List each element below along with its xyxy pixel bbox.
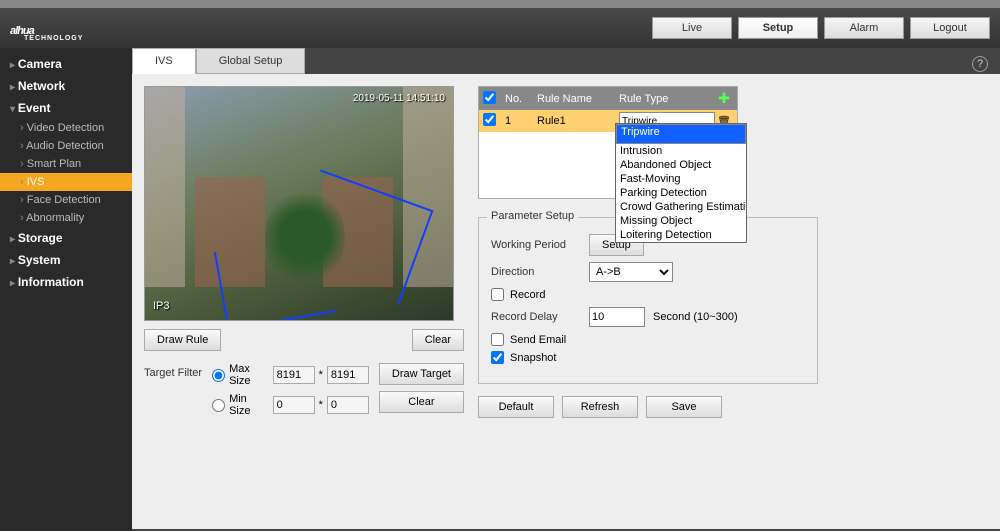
logout-button[interactable]: Logout <box>910 17 990 39</box>
rule-type-dropdown[interactable]: Tripwire Intrusion Abandoned Object Fast… <box>615 123 747 243</box>
option-missing-object[interactable]: Missing Object <box>616 214 746 228</box>
brand-logo: alhua TECHNOLOGY <box>10 14 83 42</box>
sidebar-group-event[interactable]: Event <box>0 97 132 119</box>
clear-target-button[interactable]: Clear <box>379 391 464 413</box>
rules-table: No. Rule Name Rule Type ✚ 1 Rule1 🗑 <box>478 86 738 199</box>
snapshot-label: Snapshot <box>510 352 556 364</box>
col-rule-name: Rule Name <box>537 93 619 105</box>
option-fast-moving[interactable]: Fast-Moving <box>616 172 746 186</box>
rules-select-all[interactable] <box>483 91 496 104</box>
min-size-label: Min Size <box>229 393 269 417</box>
live-button[interactable]: Live <box>652 17 732 39</box>
parameter-legend: Parameter Setup <box>487 210 578 222</box>
record-delay-input[interactable] <box>589 307 645 327</box>
help-icon[interactable]: ? <box>972 56 988 72</box>
sidebar-item-face-detection[interactable]: Face Detection <box>0 191 132 209</box>
option-abandoned-object[interactable]: Abandoned Object <box>616 158 746 172</box>
working-period-label: Working Period <box>491 239 581 251</box>
send-email-checkbox[interactable] <box>491 333 504 346</box>
max-height-input[interactable] <box>327 366 369 384</box>
tab-global-setup[interactable]: Global Setup <box>196 48 306 74</box>
max-size-label: Max Size <box>229 363 269 387</box>
record-label: Record <box>510 289 545 301</box>
min-size-radio[interactable] <box>212 399 225 412</box>
tab-ivs[interactable]: IVS <box>132 48 196 74</box>
tabs: IVS Global Setup <box>132 48 1000 74</box>
record-checkbox[interactable] <box>491 288 504 301</box>
target-filter-label: Target Filter <box>144 363 202 379</box>
preview-timestamp: 2019-05-11 14:51:10 <box>353 93 445 104</box>
draw-target-button[interactable]: Draw Target <box>379 363 464 385</box>
save-button[interactable]: Save <box>646 396 722 418</box>
sidebar-item-smart-plan[interactable]: Smart Plan <box>0 155 132 173</box>
header: alhua TECHNOLOGY Live Setup Alarm Logout <box>0 8 1000 48</box>
rule-row-no: 1 <box>505 115 537 127</box>
sidebar-group-network[interactable]: Network <box>0 75 132 97</box>
send-email-label: Send Email <box>510 334 566 346</box>
alarm-button[interactable]: Alarm <box>824 17 904 39</box>
max-width-input[interactable] <box>273 366 315 384</box>
rule-row-checkbox[interactable] <box>483 113 496 126</box>
rule-row-name[interactable]: Rule1 <box>537 115 619 127</box>
preview-label: IP3 <box>153 300 170 312</box>
option-parking-detection[interactable]: Parking Detection <box>616 186 746 200</box>
video-preview[interactable]: 2019-05-11 14:51:10 IP3 <box>144 86 454 321</box>
draw-rule-button[interactable]: Draw Rule <box>144 329 221 351</box>
snapshot-checkbox[interactable] <box>491 351 504 364</box>
add-rule-icon[interactable]: ✚ <box>715 90 733 107</box>
record-delay-label: Record Delay <box>491 311 581 323</box>
sidebar-item-audio-detection[interactable]: Audio Detection <box>0 137 132 155</box>
sidebar-group-system[interactable]: System <box>0 249 132 271</box>
option-tripwire[interactable]: Tripwire <box>616 124 746 144</box>
sidebar-group-camera[interactable]: Camera <box>0 53 132 75</box>
sidebar-item-abnormality[interactable]: Abnormality <box>0 209 132 227</box>
refresh-button[interactable]: Refresh <box>562 396 638 418</box>
max-size-radio[interactable] <box>212 369 225 382</box>
option-crowd-gathering[interactable]: Crowd Gathering Estimation <box>616 200 746 214</box>
clear-rule-button[interactable]: Clear <box>412 329 464 351</box>
sidebar-item-ivs[interactable]: IVS <box>0 173 132 191</box>
min-width-input[interactable] <box>273 396 315 414</box>
record-delay-hint: Second (10~300) <box>653 311 738 323</box>
default-button[interactable]: Default <box>478 396 554 418</box>
setup-button[interactable]: Setup <box>738 17 818 39</box>
option-loitering-detection[interactable]: Loitering Detection <box>616 228 746 242</box>
direction-select[interactable]: A->B <box>589 262 673 282</box>
col-rule-type: Rule Type <box>619 93 715 105</box>
option-intrusion[interactable]: Intrusion <box>616 144 746 158</box>
direction-label: Direction <box>491 266 581 278</box>
sidebar-group-storage[interactable]: Storage <box>0 227 132 249</box>
sidebar-group-information[interactable]: Information <box>0 271 132 293</box>
col-no: No. <box>505 93 537 105</box>
sidebar-item-video-detection[interactable]: Video Detection <box>0 119 132 137</box>
sidebar: Camera Network Event Video Detection Aud… <box>0 48 132 531</box>
min-height-input[interactable] <box>327 396 369 414</box>
